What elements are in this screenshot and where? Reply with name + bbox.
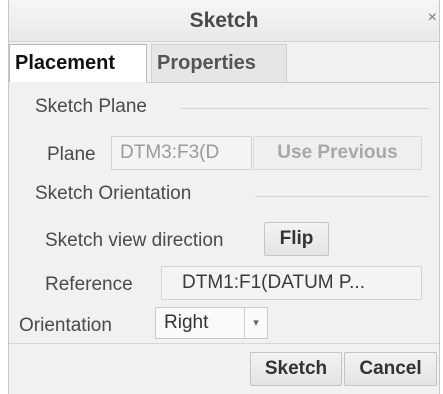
view-direction-label: Sketch view direction	[45, 230, 224, 251]
use-previous-button[interactable]: Use Previous	[253, 136, 422, 170]
orientation-select-value: Right	[164, 312, 209, 333]
title-bar[interactable]: Sketch ×	[9, 0, 439, 42]
sketch-button[interactable]: Sketch	[250, 352, 342, 386]
reference-label: Reference	[45, 274, 133, 295]
orientation-select[interactable]: Right ▾	[155, 307, 268, 339]
tab-placement[interactable]: Placement	[9, 44, 147, 82]
section-title-sketch-plane: Sketch Plane	[35, 96, 147, 117]
section-title-sketch-orientation: Sketch Orientation	[35, 183, 192, 204]
close-icon[interactable]: ×	[428, 9, 437, 27]
section-divider	[181, 108, 429, 109]
section-divider	[255, 196, 429, 197]
plane-field[interactable]: DTM3:F3(D	[111, 136, 252, 170]
reference-field[interactable]: DTM1:F1(DATUM P...	[161, 266, 422, 300]
tab-properties[interactable]: Properties	[151, 44, 287, 82]
dialog-title: Sketch	[189, 9, 259, 32]
plane-label: Plane	[47, 144, 96, 165]
chevron-down-icon[interactable]: ▾	[244, 308, 267, 338]
orientation-label: Orientation	[19, 315, 112, 336]
flip-button[interactable]: Flip	[264, 222, 329, 256]
footer-divider	[9, 343, 439, 344]
tab-divider	[146, 82, 439, 83]
cancel-button[interactable]: Cancel	[344, 352, 437, 386]
sketch-dialog: Sketch × Placement Properties Sketch Pla…	[8, 0, 440, 394]
